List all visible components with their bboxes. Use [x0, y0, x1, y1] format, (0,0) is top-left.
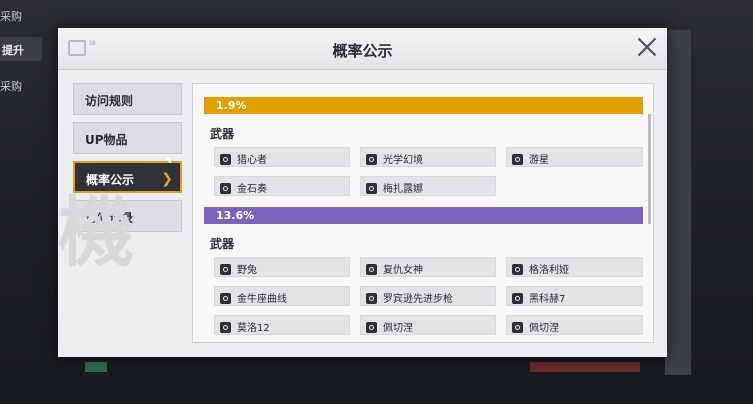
- weapon-icon: [366, 183, 377, 194]
- item-name: 复仇女神: [383, 265, 423, 276]
- weapon-icon: [220, 154, 231, 165]
- background-panel: [665, 30, 691, 375]
- scrollbar[interactable]: [648, 114, 651, 224]
- dialog-title: 概率公示: [332, 42, 393, 60]
- close-icon[interactable]: [635, 36, 657, 58]
- item-name: 光学幻境: [383, 155, 423, 166]
- item-cell: 金石奏: [214, 176, 350, 196]
- item-name: 金牛座曲线: [237, 294, 287, 305]
- probability-list-panel[interactable]: 1.9% 武器 猎心者 光学幻境 游星 金石奏 梅扎露娜 13.6% 武器 野兔…: [192, 83, 654, 343]
- weapon-icon: [220, 293, 231, 304]
- menu-item-label: UP物品: [85, 133, 128, 147]
- item-grid: 猎心者 光学幻境 游星 金石奏 梅扎露娜: [214, 147, 643, 196]
- menu-item-up-items[interactable]: UP物品: [73, 122, 182, 154]
- weapon-icon: [512, 264, 523, 275]
- weapon-icon: [220, 322, 231, 333]
- item-name: 佩切涅: [383, 323, 413, 334]
- watermark-glyph: 機: [58, 188, 134, 277]
- item-cell: 黑科赫7: [506, 286, 643, 306]
- item-name: 罗宾逊先进步枪: [383, 294, 453, 305]
- item-cell: 梅扎露娜: [360, 176, 496, 196]
- item-name: 野兔: [237, 265, 257, 276]
- dialog-header: SII 概率公示: [58, 28, 667, 70]
- weapon-icon: [366, 154, 377, 165]
- item-cell: 格洛利娅: [506, 257, 643, 277]
- weapon-icon: [512, 293, 523, 304]
- menu-item-label: 访问规则: [85, 94, 134, 108]
- item-name: 金石奏: [237, 184, 267, 195]
- item-grid: 野兔 复仇女神 格洛利娅 金牛座曲线 罗宾逊先进步枪 黑科赫7 莫洛12 佩切涅…: [214, 257, 643, 335]
- rate-section-1: 1.9% 武器 猎心者 光学幻境 游星 金石奏 梅扎露娜: [204, 97, 643, 196]
- weapon-icon: [512, 154, 523, 165]
- item-name: 佩切涅: [529, 323, 559, 334]
- item-name: 莫洛12: [237, 323, 270, 334]
- item-cell: 野兔: [214, 257, 350, 277]
- rate-bar: 1.9%: [204, 97, 643, 114]
- weapon-icon: [366, 293, 377, 304]
- background-menu-item-1: 采购: [0, 10, 22, 23]
- item-name: 格洛利娅: [529, 265, 569, 276]
- background-menu-item-3: 采购: [0, 80, 22, 93]
- background-green-tab: [85, 362, 107, 372]
- item-name: 猎心者: [237, 155, 267, 166]
- weapon-icon: [366, 322, 377, 333]
- menu-item-access-rules[interactable]: 访问规则: [73, 83, 182, 115]
- item-name: 游星: [529, 155, 549, 166]
- rate-section-2: 13.6% 武器 野兔 复仇女神 格洛利娅 金牛座曲线 罗宾逊先进步枪 黑科赫7…: [204, 207, 643, 335]
- weapon-icon: [220, 183, 231, 194]
- item-cell: 光学幻境: [360, 147, 496, 167]
- item-cell: 莫洛12: [214, 315, 350, 335]
- weapon-icon: [366, 264, 377, 275]
- category-label: 武器: [210, 237, 235, 251]
- item-cell: 佩切涅: [506, 315, 643, 335]
- item-cell: 佩切涅: [360, 315, 496, 335]
- item-name: 黑科赫7: [529, 294, 566, 305]
- background-red-tab: [530, 362, 640, 372]
- background-menu-item-2: 提升: [0, 37, 42, 61]
- category-label: 武器: [210, 127, 235, 141]
- item-cell: 游星: [506, 147, 643, 167]
- item-cell: 猎心者: [214, 147, 350, 167]
- item-cell: 罗宾逊先进步枪: [360, 286, 496, 306]
- item-cell: 金牛座曲线: [214, 286, 350, 306]
- probability-dialog: SII 概率公示 访问规则 UP物品 概率公示 ❯ 访问记录 機 1.9% 武器…: [58, 28, 667, 357]
- rate-bar: 13.6%: [204, 207, 643, 224]
- weapon-icon: [220, 264, 231, 275]
- item-name: 梅扎露娜: [383, 184, 423, 195]
- weapon-icon: [512, 322, 523, 333]
- item-cell: 复仇女神: [360, 257, 496, 277]
